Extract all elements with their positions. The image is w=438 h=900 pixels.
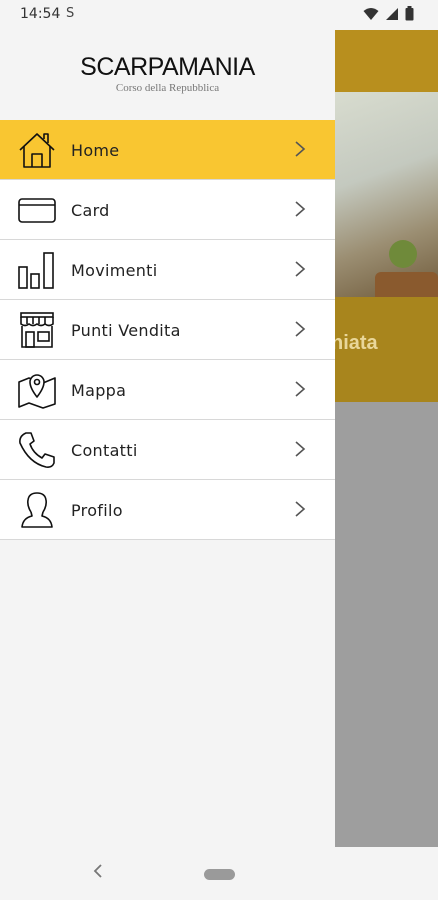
menu-item-home[interactable]: Home xyxy=(0,120,335,180)
background-app-scrim[interactable]: niata xyxy=(331,30,438,847)
background-promo-card: niata xyxy=(331,92,438,402)
home-icon xyxy=(17,130,57,170)
card-icon xyxy=(17,190,57,230)
menu-item-movimenti[interactable]: Movimenti xyxy=(0,240,335,300)
brand-header: SCARPAMANIA Corso della Repubblica xyxy=(0,52,335,94)
home-pill[interactable] xyxy=(204,869,235,880)
status-time: 14:54 xyxy=(20,6,61,22)
status-bar: 14:54 S xyxy=(0,0,438,30)
menu-item-profilo[interactable]: Profilo xyxy=(0,480,335,540)
menu-item-label: Punti Vendita xyxy=(71,321,181,340)
chevron-right-icon xyxy=(295,261,306,277)
photo-table xyxy=(375,272,438,297)
chevron-right-icon xyxy=(295,321,306,337)
phone-icon xyxy=(17,430,57,470)
menu-item-label: Mappa xyxy=(71,381,127,400)
bar-chart-icon xyxy=(17,250,57,290)
chevron-right-icon xyxy=(295,501,306,517)
drawer-menu: Home Card Movimenti Punti Vendita Mappa … xyxy=(0,120,335,540)
chevron-right-icon xyxy=(295,381,306,397)
store-icon xyxy=(17,310,57,350)
menu-item-punti-vendita[interactable]: Punti Vendita xyxy=(0,300,335,360)
back-icon[interactable] xyxy=(92,863,104,879)
menu-item-label: Card xyxy=(71,201,110,220)
status-indicator: S xyxy=(66,6,75,21)
photo-plant xyxy=(389,240,417,268)
chevron-right-icon xyxy=(295,201,306,217)
user-icon xyxy=(17,490,57,530)
background-photo xyxy=(335,92,438,297)
system-nav-bar xyxy=(0,847,438,900)
background-card-text: niata xyxy=(331,332,378,354)
battery-icon xyxy=(405,6,414,21)
signal-icon xyxy=(386,7,398,20)
wifi-icon xyxy=(363,7,379,20)
brand-name: SCARPAMANIA xyxy=(80,53,255,81)
chevron-right-icon xyxy=(295,141,306,157)
navigation-drawer: SCARPAMANIA Corso della Repubblica Home … xyxy=(0,30,335,847)
chevron-right-icon xyxy=(295,441,306,457)
map-icon xyxy=(17,370,57,410)
status-icons xyxy=(363,6,414,21)
menu-item-contatti[interactable]: Contatti xyxy=(0,420,335,480)
menu-item-label: Home xyxy=(71,141,120,160)
menu-item-mappa[interactable]: Mappa xyxy=(0,360,335,420)
brand-subtitle: Corso della Repubblica xyxy=(115,82,220,94)
menu-item-label: Movimenti xyxy=(71,261,158,280)
menu-item-card[interactable]: Card xyxy=(0,180,335,240)
background-app-header xyxy=(335,30,438,92)
menu-item-label: Contatti xyxy=(71,441,138,460)
menu-item-label: Profilo xyxy=(71,501,123,520)
